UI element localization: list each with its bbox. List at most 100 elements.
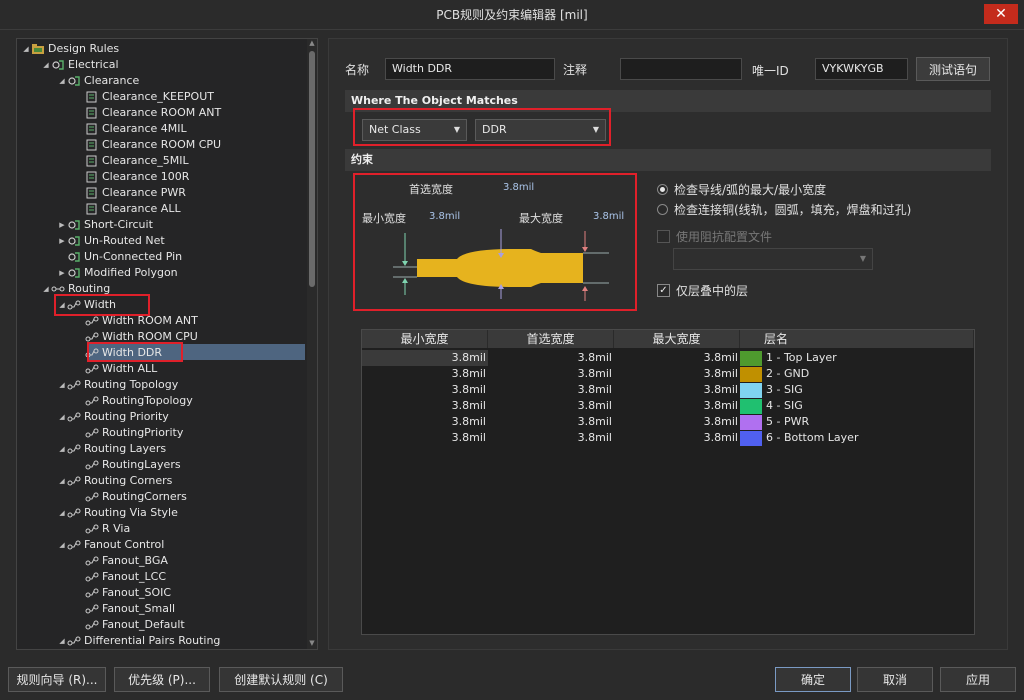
grid-cell-max[interactable]: 3.8mil (614, 398, 740, 414)
tree-scrollbar[interactable]: ▲ ▼ (307, 39, 317, 649)
grid-cell-min[interactable]: 3.8mil (362, 414, 488, 430)
grid-cell-min[interactable]: 3.8mil (362, 366, 488, 382)
tree-node[interactable]: ◢ Routing Corners (57, 473, 172, 489)
tree-node[interactable]: Width DDR (75, 345, 162, 361)
tree-node[interactable]: Fanout_SOIC (75, 585, 171, 601)
grid-cell-pref[interactable]: 3.8mil (488, 350, 614, 366)
impedance-profile-select[interactable]: ▼ (673, 248, 873, 270)
tree-node[interactable]: Width ROOM CPU (75, 329, 198, 345)
radio-selected[interactable] (657, 184, 668, 195)
grid-cell-max[interactable]: 3.8mil (614, 382, 740, 398)
expanded-arrow-icon[interactable]: ◢ (57, 633, 67, 649)
tree-node[interactable]: Clearance ROOM ANT (75, 105, 221, 121)
tree-node[interactable]: ▶ Un-Routed Net (57, 233, 164, 249)
col-header-max[interactable]: 最大宽度 (614, 330, 740, 348)
tree-node[interactable]: Clearance 100R (75, 169, 189, 185)
col-header-layer[interactable]: 层名 (740, 330, 974, 348)
tree-node[interactable]: Clearance 4MIL (75, 121, 187, 137)
match-type-select[interactable]: Net Class ▼ (362, 119, 467, 141)
tree-node[interactable]: RoutingLayers (75, 457, 181, 473)
tree-node[interactable]: Width ALL (75, 361, 157, 377)
tree-node[interactable]: ◢ Routing Topology (57, 377, 178, 393)
impedance-checkbox[interactable] (657, 230, 670, 243)
grid-cell-pref[interactable]: 3.8mil (488, 398, 614, 414)
grid-cell-layer[interactable]: 5 - PWR (740, 414, 809, 430)
expanded-arrow-icon[interactable]: ◢ (21, 41, 31, 57)
grid-cell-min[interactable]: 3.8mil (362, 382, 488, 398)
grid-cell-min[interactable]: 3.8mil (362, 350, 488, 366)
collapsed-arrow-icon[interactable]: ▶ (57, 265, 67, 281)
tree-node[interactable]: Width ROOM ANT (75, 313, 198, 329)
tree-node[interactable]: Fanout_Small (75, 601, 175, 617)
grid-cell-max[interactable]: 3.8mil (614, 350, 740, 366)
stack-layers-checkbox[interactable]: ✓ (657, 284, 670, 297)
grid-cell-layer[interactable]: 3 - SIG (740, 382, 803, 398)
close-button[interactable]: ✕ (984, 4, 1018, 24)
rules-tree[interactable]: ◢ Design Rules ◢ Electrical ◢ Clearance Cleara… (16, 38, 318, 650)
tree-node[interactable]: Fanout_BGA (75, 553, 168, 569)
grid-cell-pref[interactable]: 3.8mil (488, 414, 614, 430)
grid-cell-layer[interactable]: 6 - Bottom Layer (740, 430, 858, 446)
tree-node[interactable]: ◢ Clearance (57, 73, 139, 89)
tree-node[interactable]: ◢ Electrical (41, 57, 118, 73)
scroll-down-icon[interactable]: ▼ (308, 639, 316, 649)
expanded-arrow-icon[interactable]: ◢ (57, 409, 67, 425)
create-default-rules-button[interactable]: 创建默认规则 (C) (219, 667, 343, 692)
grid-cell-max[interactable]: 3.8mil (614, 366, 740, 382)
expanded-arrow-icon[interactable]: ◢ (57, 441, 67, 457)
cancel-button[interactable]: 取消 (857, 667, 933, 692)
test-query-button[interactable]: 测试语句 (916, 57, 990, 81)
priorities-button[interactable]: 优先级 (P)... (114, 667, 210, 692)
tree-node[interactable]: ▶ Modified Polygon (57, 265, 177, 281)
expanded-arrow-icon[interactable]: ◢ (57, 73, 67, 89)
tree-node[interactable]: ◢ Routing Priority (57, 409, 169, 425)
tree-node[interactable]: ◢ Routing Layers (57, 441, 166, 457)
collapsed-arrow-icon[interactable]: ▶ (57, 217, 67, 233)
col-header-min[interactable]: 最小宽度 (362, 330, 488, 348)
expanded-arrow-icon[interactable]: ◢ (57, 377, 67, 393)
apply-button[interactable]: 应用 (940, 667, 1016, 692)
match-value-select[interactable]: DDR ▼ (475, 119, 606, 141)
tree-node[interactable]: Un-Connected Pin (57, 249, 182, 265)
tree-node[interactable]: ▶ Short-Circuit (57, 217, 153, 233)
grid-cell-max[interactable]: 3.8mil (614, 430, 740, 446)
tree-node[interactable]: ◢ Differential Pairs Routing (57, 633, 220, 649)
name-field[interactable]: Width DDR (385, 58, 555, 80)
tree-node[interactable]: ◢ Routing (41, 281, 110, 297)
tree-node[interactable]: ◢ Fanout Control (57, 537, 164, 553)
grid-cell-pref[interactable]: 3.8mil (488, 382, 614, 398)
grid-cell-layer[interactable]: 2 - GND (740, 366, 809, 382)
check-copper-option[interactable]: 检查连接铜(线轨，圆弧，填充，焊盘和过孔) (657, 201, 911, 218)
tree-node[interactable]: Clearance ALL (75, 201, 181, 217)
col-header-pref[interactable]: 首选宽度 (488, 330, 614, 348)
tree-node[interactable]: Clearance PWR (75, 185, 186, 201)
tree-node[interactable]: Clearance_5MIL (75, 153, 189, 169)
expanded-arrow-icon[interactable]: ◢ (41, 281, 51, 297)
tree-node[interactable]: Fanout_LCC (75, 569, 166, 585)
grid-cell-pref[interactable]: 3.8mil (488, 366, 614, 382)
grid-cell-min[interactable]: 3.8mil (362, 398, 488, 414)
tree-node[interactable]: R Via (75, 521, 130, 537)
check-track-option[interactable]: 检查导线/弧的最大/最小宽度 (657, 181, 826, 198)
grid-cell-layer[interactable]: 1 - Top Layer (740, 350, 837, 366)
tree-node[interactable]: ◢ Design Rules (21, 41, 119, 57)
expanded-arrow-icon[interactable]: ◢ (57, 473, 67, 489)
expanded-arrow-icon[interactable]: ◢ (57, 537, 67, 553)
collapsed-arrow-icon[interactable]: ▶ (57, 233, 67, 249)
ok-button[interactable]: 确定 (775, 667, 851, 692)
radio-unselected[interactable] (657, 204, 668, 215)
layer-width-grid[interactable]: 最小宽度 首选宽度 最大宽度 层名 3.8mil 3.8mil 3.8mil 1 - … (361, 329, 975, 635)
scroll-up-icon[interactable]: ▲ (308, 39, 316, 49)
grid-cell-max[interactable]: 3.8mil (614, 414, 740, 430)
tree-node[interactable]: Fanout_Default (75, 617, 185, 633)
tree-node[interactable]: ◢ Width (57, 297, 116, 313)
rule-wizard-button[interactable]: 规则向导 (R)... (8, 667, 106, 692)
stack-layers-only-option[interactable]: ✓ 仅层叠中的层 (657, 282, 748, 299)
comment-field[interactable] (620, 58, 742, 80)
tree-node[interactable]: RoutingCorners (75, 489, 187, 505)
expanded-arrow-icon[interactable]: ◢ (57, 297, 67, 313)
impedance-profile-option[interactable]: 使用阻抗配置文件 (657, 228, 772, 245)
grid-cell-pref[interactable]: 3.8mil (488, 430, 614, 446)
expanded-arrow-icon[interactable]: ◢ (57, 505, 67, 521)
scroll-thumb[interactable] (309, 51, 315, 287)
